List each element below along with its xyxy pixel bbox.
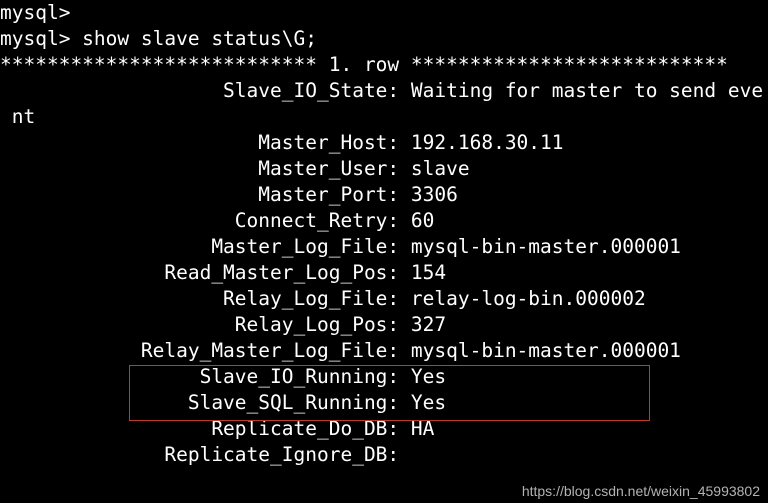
terminal-line: Read_Master_Log_Pos: 154 xyxy=(0,260,768,286)
terminal-output[interactable]: mysql>mysql> show slave status\G;*******… xyxy=(0,0,768,468)
terminal-line: Replicate_Ignore_DB: xyxy=(0,442,768,468)
terminal-line: Slave_SQL_Running: Yes xyxy=(0,390,768,416)
terminal-line: Relay_Master_Log_File: mysql-bin-master.… xyxy=(0,338,768,364)
terminal-line: Relay_Log_Pos: 327 xyxy=(0,312,768,338)
terminal-line: Connect_Retry: 60 xyxy=(0,208,768,234)
terminal-line: Master_Host: 192.168.30.11 xyxy=(0,130,768,156)
watermark-text: https://blog.csdn.net/weixin_45993802 xyxy=(522,483,760,499)
terminal-line: *************************** 1. row *****… xyxy=(0,52,768,78)
terminal-line: Relay_Log_File: relay-log-bin.000002 xyxy=(0,286,768,312)
terminal-line: Master_User: slave xyxy=(0,156,768,182)
terminal-line: Master_Log_File: mysql-bin-master.000001 xyxy=(0,234,768,260)
terminal-line: mysql> show slave status\G; xyxy=(0,26,768,52)
terminal-line: nt xyxy=(0,104,768,130)
terminal-line: Slave_IO_State: Waiting for master to se… xyxy=(0,78,768,104)
terminal-line: Master_Port: 3306 xyxy=(0,182,768,208)
terminal-line: Slave_IO_Running: Yes xyxy=(0,364,768,390)
terminal-line: Replicate_Do_DB: HA xyxy=(0,416,768,442)
terminal-line: mysql> xyxy=(0,0,768,26)
